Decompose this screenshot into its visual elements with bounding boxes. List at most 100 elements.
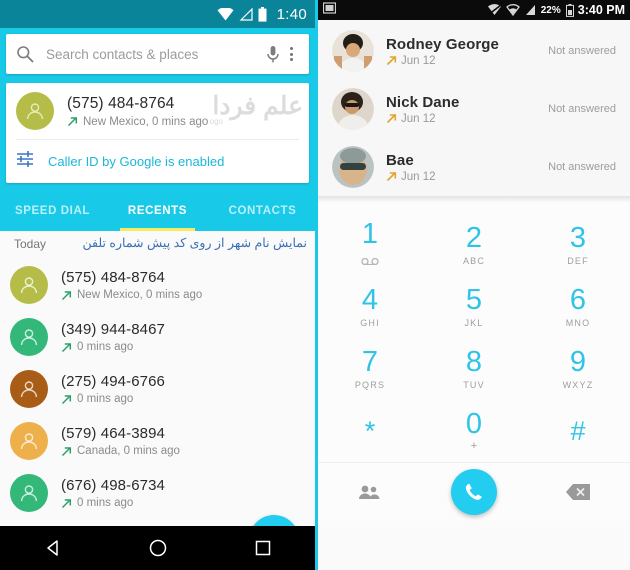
backspace-icon[interactable] [526, 483, 630, 501]
dialpad-key-digit: 0 [465, 408, 483, 440]
dialpad-key-0[interactable]: 0 + [422, 400, 526, 462]
avatar [332, 88, 374, 130]
contact-name: Rodney George [386, 35, 499, 53]
dialpad-key-digit: 1 [361, 218, 379, 250]
mic-icon[interactable] [266, 45, 280, 64]
call-row-subtitle-text: Canada, 0 mins ago [77, 445, 180, 457]
call-row-text: (676) 498-6734 0 mins ago [61, 477, 165, 509]
screenshot-icon [322, 1, 337, 19]
dialpad-key-8[interactable]: 8 TUV [422, 338, 526, 400]
search-bar[interactable]: Search contacts & places [6, 34, 309, 74]
caller-id-card: (575) 484-8764 New Mexico, 0 mins ago عل… [6, 83, 309, 183]
tab-speed-dial[interactable]: SPEED DIAL [0, 191, 105, 231]
dialpad-key-star[interactable]: * [318, 400, 422, 462]
battery-percent: 22% [540, 4, 561, 16]
card-call-text: (575) 484-8764 New Mexico, 0 mins ago [67, 95, 208, 128]
call-date: Jun 12 [401, 112, 436, 125]
call-button[interactable] [422, 469, 526, 515]
call-log-row[interactable]: (275) 494-6766 0 mins ago [0, 363, 315, 415]
dialpad-key-digit: 7 [361, 346, 379, 378]
dialpad-key-9[interactable]: 9 WXYZ [526, 338, 630, 400]
tab-contacts[interactable]: CONTACTS [210, 191, 315, 231]
call-row-text: (579) 464-3894 Canada, 0 mins ago [61, 425, 180, 457]
call-log-row[interactable]: (579) 464-3894 Canada, 0 mins ago [0, 415, 315, 467]
dialpad-key-digit: 8 [465, 346, 483, 378]
call-row-subtitle-text: New Mexico, 0 mins ago [77, 289, 203, 301]
call-row-number: (275) 494-6766 [61, 373, 165, 390]
dialpad-key-3[interactable]: 3 DEF [526, 214, 630, 276]
person-icon [20, 329, 38, 346]
wifi-icon [505, 4, 520, 16]
caller-id-row[interactable]: Caller ID by Google is enabled [6, 140, 309, 183]
call-row-number: (676) 498-6734 [61, 477, 165, 494]
wifi-icon [217, 7, 234, 20]
call-row-number: (575) 484-8764 [61, 269, 165, 286]
dialpad-key-digit: 3 [569, 222, 587, 254]
avatar [10, 474, 48, 512]
wifi-off-icon [487, 4, 502, 16]
section-header-today: Today [14, 237, 47, 251]
call-fab[interactable] [451, 469, 497, 515]
card-call-subtitle: New Mexico, 0 mins ago [67, 116, 208, 128]
section-header-row: Today نمایش نام شهر از روی کد پیش شماره … [0, 231, 315, 259]
card-call-row[interactable]: (575) 484-8764 New Mexico, 0 mins ago عل… [6, 83, 309, 139]
outgoing-call-arrow-icon [61, 342, 72, 352]
call-row-number: (579) 464-3894 [61, 425, 165, 442]
person-icon [20, 485, 38, 502]
dialpad-action-bar [318, 462, 630, 521]
avatar [10, 318, 48, 356]
dialpad-key-letters: JKL [464, 318, 484, 328]
left-status-bar: 1:40 [0, 0, 315, 28]
back-button[interactable] [43, 538, 63, 558]
dialpad-key-letters: WXYZ [562, 380, 594, 390]
dialpad-key-7[interactable]: 7 PQRS [318, 338, 422, 400]
contacts-icon[interactable] [318, 484, 422, 500]
left-header: Search contacts & places (575) 484-8764 … [0, 28, 315, 191]
recents-rows-container: (575) 484-8764 New Mexico, 0 mins ago (349… [0, 259, 315, 519]
dialpad-keys-container: 1 2 ABC 3 DEF 4 GHI 5 JKL 6 MNO 7 PQRS 8 TUV 9 WXYZ * 0 + # [318, 214, 630, 462]
call-log-row[interactable]: Bae Jun 12 Not answered [318, 138, 630, 196]
call-log-row[interactable]: Nick Dane Jun 12 Not answered [318, 80, 630, 138]
contact-name: Nick Dane [386, 93, 460, 111]
call-log-row[interactable]: (575) 484-8764 New Mexico, 0 mins ago [0, 259, 315, 311]
dialpad: 1 2 ABC 3 DEF 4 GHI 5 JKL 6 MNO 7 PQRS 8 TUV 9 WXYZ * 0 + # [318, 202, 630, 521]
call-row-subtitle: New Mexico, 0 mins ago [61, 289, 202, 301]
call-row-text: (575) 484-8764 New Mexico, 0 mins ago [61, 269, 202, 301]
dialpad-key-2[interactable]: 2 ABC [422, 214, 526, 276]
recents-list: Today نمایش نام شهر از روی کد پیش شماره … [0, 231, 315, 570]
avatar [10, 370, 48, 408]
person-icon [26, 103, 44, 120]
call-row-subtitle-text: 0 mins ago [77, 341, 134, 353]
tune-sliders-icon [16, 150, 36, 173]
signal-icon [525, 5, 535, 15]
call-row-subtitle: 0 mins ago [61, 341, 165, 353]
dialpad-key-hash[interactable]: # [526, 400, 630, 462]
search-input[interactable]: Search contacts & places [46, 47, 266, 62]
call-date-row: Jun 12 [386, 171, 548, 183]
dialpad-key-6[interactable]: 6 MNO [526, 276, 630, 338]
battery-icon [565, 3, 574, 17]
dialpad-row: 7 PQRS 8 TUV 9 WXYZ [318, 338, 630, 400]
home-button[interactable] [148, 538, 168, 558]
call-log-text: Bae Jun 12 [386, 152, 548, 183]
call-log-row[interactable]: (349) 944-8467 0 mins ago [0, 311, 315, 363]
avatar [10, 266, 48, 304]
dialpad-key-digit: 9 [569, 346, 587, 378]
recents-button[interactable] [253, 538, 273, 558]
dialpad-key-letters: TUV [463, 380, 485, 390]
call-row-subtitle: Canada, 0 mins ago [61, 445, 180, 457]
tab-recents[interactable]: RECENTS [105, 191, 210, 231]
call-log-row[interactable]: (676) 498-6734 0 mins ago [0, 467, 315, 519]
dialpad-key-5[interactable]: 5 JKL [422, 276, 526, 338]
call-row-subtitle: 0 mins ago [61, 497, 165, 509]
call-row-subtitle-text: 0 mins ago [77, 393, 134, 405]
overflow-menu-icon[interactable] [280, 47, 299, 61]
call-row-text: (349) 944-8467 0 mins ago [61, 321, 165, 353]
call-log-row[interactable]: Rodney George Jun 12 Not answered [318, 22, 630, 80]
call-status: Not answered [548, 45, 616, 57]
person-icon [20, 277, 38, 294]
dialpad-key-4[interactable]: 4 GHI [318, 276, 422, 338]
dialpad-key-1[interactable]: 1 [318, 214, 422, 276]
call-row-text: (275) 494-6766 0 mins ago [61, 373, 165, 405]
phone-icon [465, 483, 482, 500]
